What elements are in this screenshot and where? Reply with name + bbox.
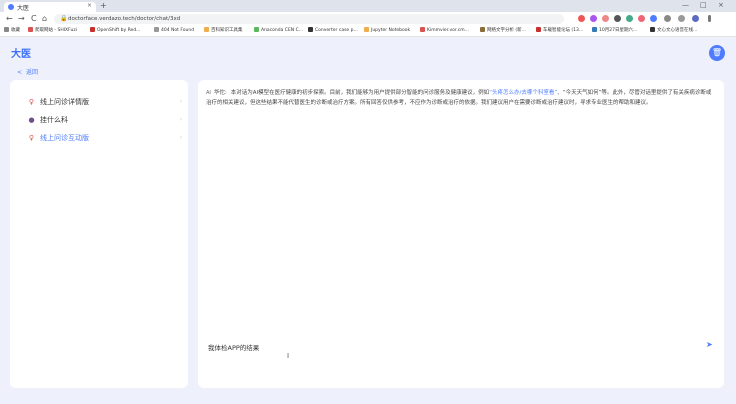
conversation-label: 线上问诊互动版 bbox=[40, 134, 89, 142]
bookmark-icon bbox=[154, 27, 159, 32]
conversation-item[interactable]: ♀ 线上问诊详情版 › bbox=[28, 96, 188, 108]
chevron-left-icon: < bbox=[17, 69, 23, 76]
site-favicon-icon bbox=[8, 4, 14, 10]
extension-icon[interactable] bbox=[626, 15, 633, 22]
browser-tab[interactable]: 大医 × bbox=[4, 2, 96, 12]
bookmark-item[interactable]: Anaconda CEN C... bbox=[254, 27, 303, 35]
sidebar-icon[interactable] bbox=[678, 15, 685, 22]
conversation-label: 挂什么科 bbox=[40, 116, 68, 124]
bookmark-icon bbox=[536, 27, 541, 32]
bookmarks-bar: 收藏 爬取网站 - SHIXFuzi OpenShift by Red... 4… bbox=[0, 26, 736, 37]
chat-input[interactable]: 我体检APP的结果 I bbox=[208, 342, 708, 370]
chat-panel: AI 华佗: 本对话为AI模型在医疗健康的初步探索。目前，我们能够为用户提供部分智能… bbox=[198, 80, 724, 388]
reload-icon[interactable]: C bbox=[31, 14, 37, 24]
trash-icon[interactable]: 🗑 bbox=[709, 45, 725, 61]
bookmark-icon bbox=[420, 27, 425, 32]
bookmark-item[interactable]: 车载智能论坛 (13... bbox=[536, 27, 583, 35]
extension-icon[interactable] bbox=[650, 15, 657, 22]
chat-input-value: 我体检APP的结果 bbox=[208, 344, 260, 352]
url-field[interactable]: 🔒 doctorface.verdazo.tech/doctor/chat/3x… bbox=[54, 14, 564, 24]
bookmark-item[interactable]: OpenShift by Red... bbox=[90, 27, 140, 35]
ai-message: AI 华佗: 本对话为AI模型在医疗健康的初步探索。目前，我们能够为用户提供部分智能… bbox=[206, 88, 716, 108]
bookmark-item[interactable]: Converter case p... bbox=[308, 27, 358, 35]
department-avatar-icon: ● bbox=[28, 116, 35, 124]
bookmark-icon bbox=[90, 27, 95, 32]
bookmark-icon bbox=[28, 27, 33, 32]
app-title: 大医 bbox=[11, 49, 31, 60]
bookmark-item[interactable]: 10月27日星期六... bbox=[592, 27, 637, 35]
ai-tag-icon: AI bbox=[206, 90, 211, 96]
back-button[interactable]: < 返回 bbox=[17, 67, 42, 76]
bookmark-item[interactable]: 网络文字分析 (新... bbox=[480, 27, 526, 35]
bookmark-item[interactable]: 文心文心语音在线... bbox=[650, 27, 697, 35]
browser-tab-bar: 大医 × + — □ × bbox=[0, 0, 736, 12]
extension-icon[interactable] bbox=[638, 15, 645, 22]
bookmark-icon bbox=[204, 27, 209, 32]
conversation-item-active[interactable]: ♀ 线上问诊互动版 › bbox=[28, 132, 188, 144]
bookmark-icon bbox=[254, 27, 259, 32]
chevron-right-icon[interactable]: › bbox=[180, 114, 182, 126]
minimize-icon[interactable]: — bbox=[682, 1, 689, 9]
extension-icon[interactable] bbox=[602, 15, 609, 22]
bookmark-item[interactable]: Kimmvier.vor.cm... bbox=[420, 27, 469, 35]
bookmark-icon bbox=[364, 27, 369, 32]
home-icon[interactable]: ⌂ bbox=[42, 14, 47, 24]
message-text: 本对话为AI模型在医疗健康的初步探索。目前，我们能够为用户提供部分智能的问诊服务… bbox=[230, 90, 490, 96]
maximize-icon[interactable]: □ bbox=[700, 1, 707, 9]
new-tab-button[interactable]: + bbox=[100, 1, 107, 10]
bookmark-item[interactable]: 百科知识工具集 bbox=[204, 27, 243, 35]
extension-icon[interactable] bbox=[614, 15, 621, 22]
back-label: 返回 bbox=[26, 69, 39, 76]
close-window-icon[interactable]: × bbox=[718, 1, 724, 9]
extensions-puzzle-icon[interactable] bbox=[664, 15, 671, 22]
speaker-name: 华佗: bbox=[213, 90, 227, 96]
url-text: doctorface.verdazo.tech/doctor/chat/3xd bbox=[68, 16, 181, 22]
profile-avatar-icon[interactable] bbox=[692, 15, 699, 22]
conversation-label: 线上问诊详情版 bbox=[40, 98, 89, 106]
conversation-item[interactable]: ● 挂什么科 › bbox=[28, 114, 188, 126]
bookmark-icon bbox=[308, 27, 313, 32]
doctor-avatar-icon: ♀ bbox=[28, 134, 35, 142]
folder-icon bbox=[4, 27, 9, 32]
conversation-list-panel: ♀ 线上问诊详情版 › ● 挂什么科 › ♀ 线上问诊互动版 › bbox=[10, 80, 188, 388]
extension-icon[interactable] bbox=[590, 15, 597, 22]
bookmark-item[interactable]: 爬取网站 - SHIXFuzi bbox=[28, 27, 77, 35]
menu-dots-icon[interactable] bbox=[708, 15, 711, 22]
close-tab-icon[interactable]: × bbox=[87, 2, 92, 9]
chevron-right-icon[interactable]: › bbox=[180, 132, 182, 144]
bookmark-item[interactable]: Jupyter Notebook bbox=[364, 27, 410, 35]
bookmark-icon bbox=[650, 27, 655, 32]
bookmark-item[interactable]: 404 Not Found bbox=[154, 27, 194, 35]
doctor-avatar-icon: ♀ bbox=[28, 98, 35, 106]
message-quote: “头疼怎么办/去哪个科室看” bbox=[489, 90, 558, 96]
bookmark-icon bbox=[480, 27, 485, 32]
address-bar-row: ← → C ⌂ 🔒 doctorface.verdazo.tech/doctor… bbox=[0, 12, 736, 26]
back-arrow-icon[interactable]: ← bbox=[6, 14, 13, 24]
bookmark-icon bbox=[592, 27, 597, 32]
forward-arrow-icon[interactable]: → bbox=[18, 14, 25, 24]
chevron-right-icon[interactable]: › bbox=[180, 96, 182, 108]
extension-icon[interactable] bbox=[578, 15, 585, 22]
bookmark-item[interactable]: 收藏 bbox=[4, 27, 20, 35]
text-cursor-icon: I bbox=[287, 352, 290, 360]
lock-icon: 🔒 bbox=[60, 15, 68, 22]
send-icon[interactable]: ➤ bbox=[706, 340, 713, 349]
tab-title: 大医 bbox=[17, 5, 30, 12]
